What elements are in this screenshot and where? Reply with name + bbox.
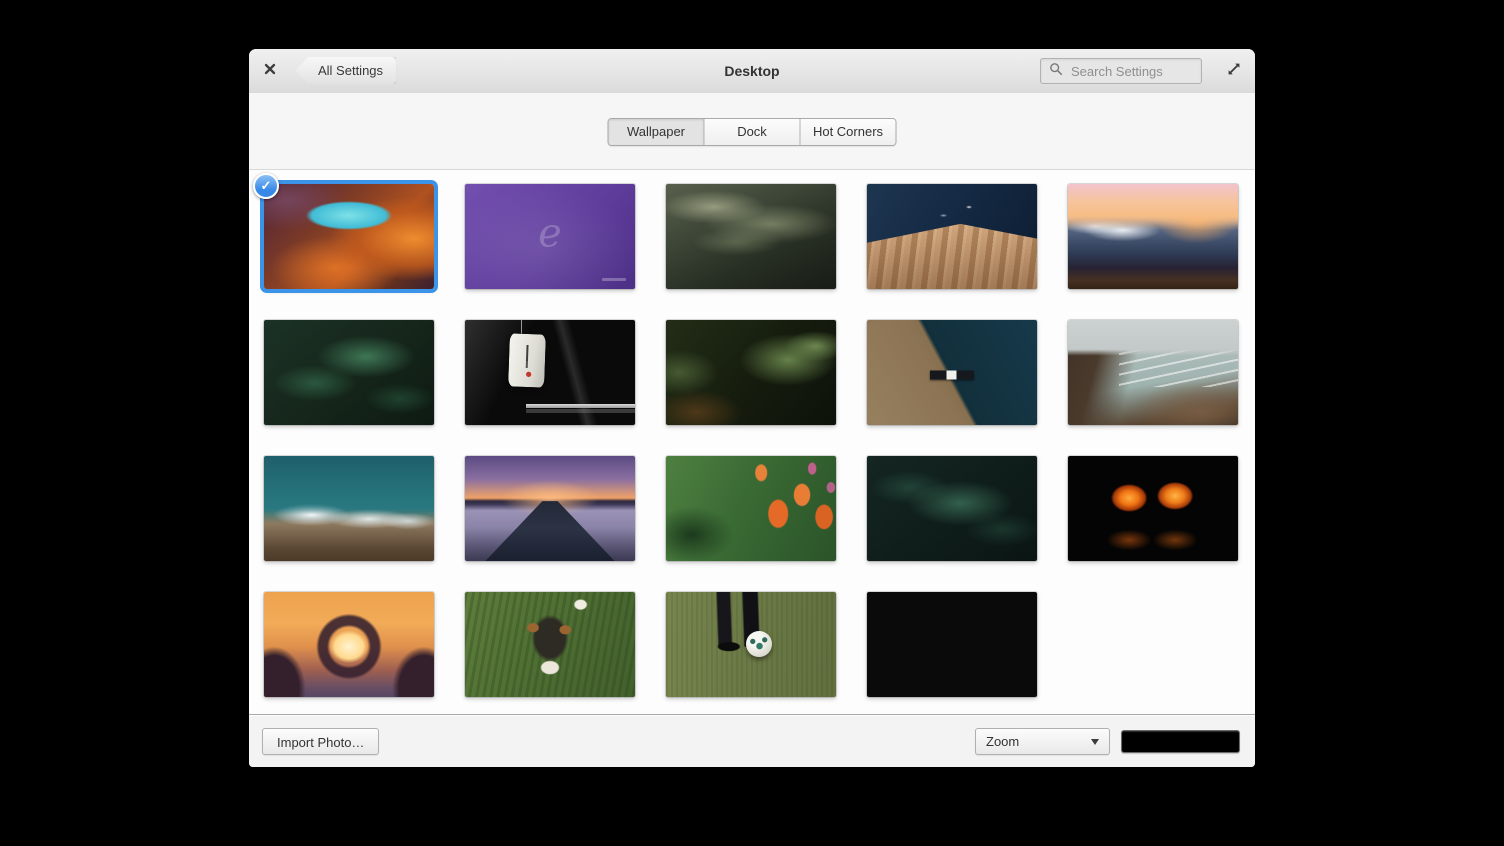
wallpaper-thumbnail-satellite-over-coastline[interactable] [867,320,1037,425]
back-button-all-settings[interactable]: All Settings [295,57,396,84]
wallpaper-thumbnail-glowing-jack-o-lanterns[interactable] [1068,456,1238,561]
background-color-picker[interactable] [1121,730,1240,753]
wallpaper-thumbnail-dark-green-ferns[interactable] [264,320,434,425]
selected-checkmark-badge: ✓ [253,173,279,199]
settings-content: Wallpaper Dock Hot Corners ✓ [249,93,1255,715]
headerbar: All Settings Desktop [249,49,1255,94]
tab-dock[interactable]: Dock [704,119,800,145]
import-photo-button[interactable]: Import Photo… [262,728,379,755]
tab-strip: Wallpaper Dock Hot Corners [249,93,1255,170]
zoom-dropdown-value: Zoom [986,728,1019,755]
wallpaper-thumbnail-orange-tulips[interactable] [666,456,836,561]
footer-bar: Import Photo… Zoom [249,714,1255,767]
wallpaper-thumbnail-solid-black[interactable] [867,592,1037,697]
tab-hot-corners[interactable]: Hot Corners [800,119,896,145]
chevron-down-icon [1091,739,1099,745]
wallpaper-thumbnail-pier-at-sunset[interactable] [465,456,635,561]
wallpaper-thumbnail-heart-hands-sunset[interactable] [264,592,434,697]
wallpaper-thumbnail-juniper-branch[interactable] [666,320,836,425]
resize-arrows-icon [1226,61,1242,82]
mode-switcher: Wallpaper Dock Hot Corners [608,118,897,146]
close-icon [264,62,276,80]
wallpaper-thumbnail-snowy-peaks-teal-sky[interactable] [264,456,434,561]
wallpaper-thumbnail-puppy-on-grass[interactable] [465,592,635,697]
wallpaper-thumbnail-soccer-ball-and-boots[interactable] [666,592,836,697]
wallpaper-thumbnail-boardwalk-and-water[interactable] [867,184,1037,289]
wallpaper-thumbnail-teal-ferns[interactable] [867,456,1037,561]
wallpaper-thumbnail-japanese-paper-lantern[interactable] [465,320,635,425]
search-icon [1049,62,1063,81]
settings-window: All Settings Desktop [249,49,1255,767]
close-button[interactable] [261,62,279,80]
wallpaper-thumbnail-coastal-cliff-waves[interactable] [1068,320,1238,425]
search-field[interactable] [1040,58,1202,84]
zoom-dropdown[interactable]: Zoom [975,728,1110,755]
wallpaper-thumbnail-elementary-purple-default[interactable] [465,184,635,289]
search-input[interactable] [1069,63,1193,80]
wallpaper-thumbnail-misty-forest[interactable] [666,184,836,289]
tab-wallpaper[interactable]: Wallpaper [609,119,704,145]
wallpaper-thumbnail-antelope-canyon[interactable]: ✓ [264,184,434,289]
maximize-button[interactable] [1225,62,1243,80]
wallpaper-thumbnail-mountains-at-sunset[interactable] [1068,184,1238,289]
wallpaper-grid: ✓ [264,184,1255,697]
